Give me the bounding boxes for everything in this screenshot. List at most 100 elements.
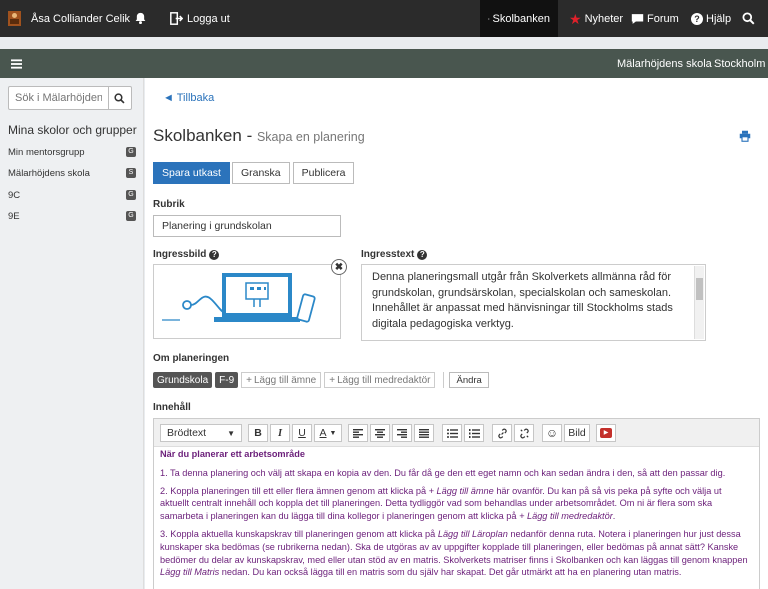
- align-right-icon: [397, 428, 407, 438]
- info-icon[interactable]: ?: [417, 249, 428, 260]
- emoji-button[interactable]: ☺: [542, 424, 562, 442]
- publish-button[interactable]: Publicera: [292, 162, 355, 184]
- laptop-illustration-icon: [162, 273, 316, 323]
- scrollbar-thumb[interactable]: [696, 278, 703, 300]
- main-content: ◄ Tillbaka Skolbanken - Skapa en planeri…: [145, 78, 768, 589]
- review-button[interactable]: Granska: [231, 162, 290, 184]
- ingresstext-textarea[interactable]: Denna planeringsmall utgår från Skolverk…: [361, 264, 706, 341]
- unlink-button[interactable]: [514, 424, 534, 442]
- menu-toggle-button[interactable]: [11, 49, 22, 78]
- sidebar-item-label: 9C: [8, 189, 21, 201]
- logout-button[interactable]: Logga ut: [170, 0, 230, 37]
- youtube-button[interactable]: ▶: [596, 424, 616, 442]
- sidebar-search-button[interactable]: [107, 87, 131, 109]
- caret-down-icon: ▼: [329, 429, 337, 437]
- user-menu[interactable]: Åsa Colliander Celik: [8, 0, 130, 37]
- back-link[interactable]: ◄ Tillbaka: [163, 92, 214, 104]
- logout-label: Logga ut: [187, 12, 230, 25]
- ingressbild-image[interactable]: [153, 264, 341, 339]
- change-button[interactable]: Ändra: [449, 372, 489, 388]
- search-icon: [742, 12, 755, 25]
- nav-forum-label: Forum: [647, 12, 679, 25]
- bold-icon: B: [254, 427, 262, 439]
- content-paragraph-2: 2. Koppla planeringen till ett eller fle…: [160, 485, 753, 523]
- p2-em-lagg-till-amne: + Lägg till ämne: [428, 485, 494, 496]
- print-button[interactable]: [739, 130, 751, 145]
- tag-grundskola: Grundskola: [153, 372, 213, 388]
- align-left-button[interactable]: [348, 424, 368, 442]
- header-gap: [0, 37, 768, 49]
- sidebar-item-9e[interactable]: 9E G: [8, 208, 136, 224]
- add-coeditor-button[interactable]: + Lägg till medredaktör: [324, 372, 436, 388]
- divider: [443, 372, 445, 388]
- info-icon[interactable]: ?: [209, 249, 220, 260]
- align-right-button[interactable]: [392, 424, 412, 442]
- ingresstext-label: Ingresstext: [361, 249, 415, 260]
- align-justify-button[interactable]: [414, 424, 434, 442]
- sidebar-item-min-mentorsgrupp[interactable]: Min mentorsgrupp G: [8, 144, 136, 160]
- search-icon: [113, 92, 125, 104]
- caret-down-icon: ▼: [227, 428, 235, 438]
- link-button[interactable]: [492, 424, 512, 442]
- p2-text-a: 2. Koppla planeringen till ett eller fle…: [160, 485, 429, 496]
- city-link[interactable]: Stockholm: [714, 49, 765, 78]
- page-title-main: Skolbanken: [153, 126, 242, 145]
- nav-forum[interactable]: Forum: [631, 0, 679, 37]
- chat-icon: [631, 13, 644, 24]
- align-left-icon: [353, 428, 363, 438]
- editor-content[interactable]: När du planerar ett arbetsområde 1. Ta d…: [156, 448, 757, 584]
- numbered-list-button[interactable]: [464, 424, 484, 442]
- text-color-icon: A: [319, 427, 327, 439]
- sidebar-item-malarhojdens-skola[interactable]: Mälarhöjdens skola S: [8, 165, 136, 181]
- help-icon: ?: [691, 12, 703, 25]
- p3-em-lagg-till-matris: Lägg till Matris: [160, 567, 220, 578]
- school-link[interactable]: Mälarhöjdens skola: [617, 49, 712, 78]
- save-draft-button[interactable]: Spara utkast: [153, 162, 230, 184]
- nav-hjalp[interactable]: ? Hjälp: [691, 0, 731, 37]
- group-badge: G: [126, 147, 136, 157]
- add-subject-button[interactable]: + Lägg till ämne: [241, 372, 322, 388]
- text-color-button[interactable]: A ▼: [314, 424, 342, 442]
- align-center-button[interactable]: [370, 424, 390, 442]
- page-title: Skolbanken - Skapa en planering: [153, 126, 365, 146]
- database-icon: [488, 17, 490, 20]
- tag-f9: F-9: [215, 372, 239, 388]
- group-badge: G: [126, 211, 136, 221]
- youtube-icon: ▶: [600, 428, 612, 438]
- add-coeditor-label: Lägg till medredaktör: [337, 374, 431, 386]
- sidebar-title: Mina skolor och grupper: [8, 123, 137, 137]
- bold-button[interactable]: B: [248, 424, 268, 442]
- format-select-value: Brödtext: [167, 427, 207, 439]
- sidebar-item-label: Mälarhöjdens skola: [8, 167, 90, 179]
- close-icon: ✖: [334, 261, 344, 273]
- image-button[interactable]: Bild: [564, 424, 590, 442]
- plus-icon: +: [246, 374, 252, 386]
- nav-skolbanken[interactable]: Skolbanken: [480, 0, 558, 37]
- textarea-scrollbar[interactable]: [694, 266, 704, 339]
- top-search-button[interactable]: [742, 0, 755, 37]
- ingressbild-label-row: Ingressbild ?: [153, 249, 220, 260]
- sidebar-search-input[interactable]: [9, 87, 109, 109]
- p3-text-a: 3. Koppla aktuella kunskapskrav till pla…: [160, 528, 438, 539]
- editor-toolbar: Brödtext ▼ B I U A ▼ ☺ Bild ▶: [154, 419, 759, 447]
- rubrik-label: Rubrik: [153, 199, 185, 210]
- format-select[interactable]: Brödtext ▼: [160, 424, 242, 442]
- bullet-list-button[interactable]: [442, 424, 462, 442]
- content-paragraph-3: 3. Koppla aktuella kunskapskrav till pla…: [160, 528, 753, 579]
- om-planeringen-label: Om planeringen: [153, 353, 230, 364]
- underline-button[interactable]: U: [292, 424, 312, 442]
- notifications-button[interactable]: [134, 0, 147, 37]
- add-subject-label: Lägg till ämne: [253, 374, 317, 386]
- italic-button[interactable]: I: [270, 424, 290, 442]
- rubrik-input[interactable]: Planering i grundskolan: [153, 215, 341, 237]
- nav-nyheter-label: Nyheter: [584, 12, 624, 25]
- remove-image-button[interactable]: ✖: [331, 259, 347, 275]
- sidebar-item-label: Min mentorsgrupp: [8, 146, 85, 158]
- nav-nyheter[interactable]: ★ Nyheter: [569, 0, 623, 37]
- action-buttons: Spara utkast Granska Publicera: [153, 162, 355, 184]
- sidebar: Mina skolor och grupper Min mentorsgrupp…: [0, 78, 144, 589]
- user-avatar-icon: [8, 11, 21, 26]
- planning-tags: Grundskola F-9 + Lägg till ämne + Lägg t…: [153, 372, 489, 388]
- sidebar-item-9c[interactable]: 9C G: [8, 187, 136, 203]
- user-name: Åsa Colliander Celik: [31, 12, 131, 25]
